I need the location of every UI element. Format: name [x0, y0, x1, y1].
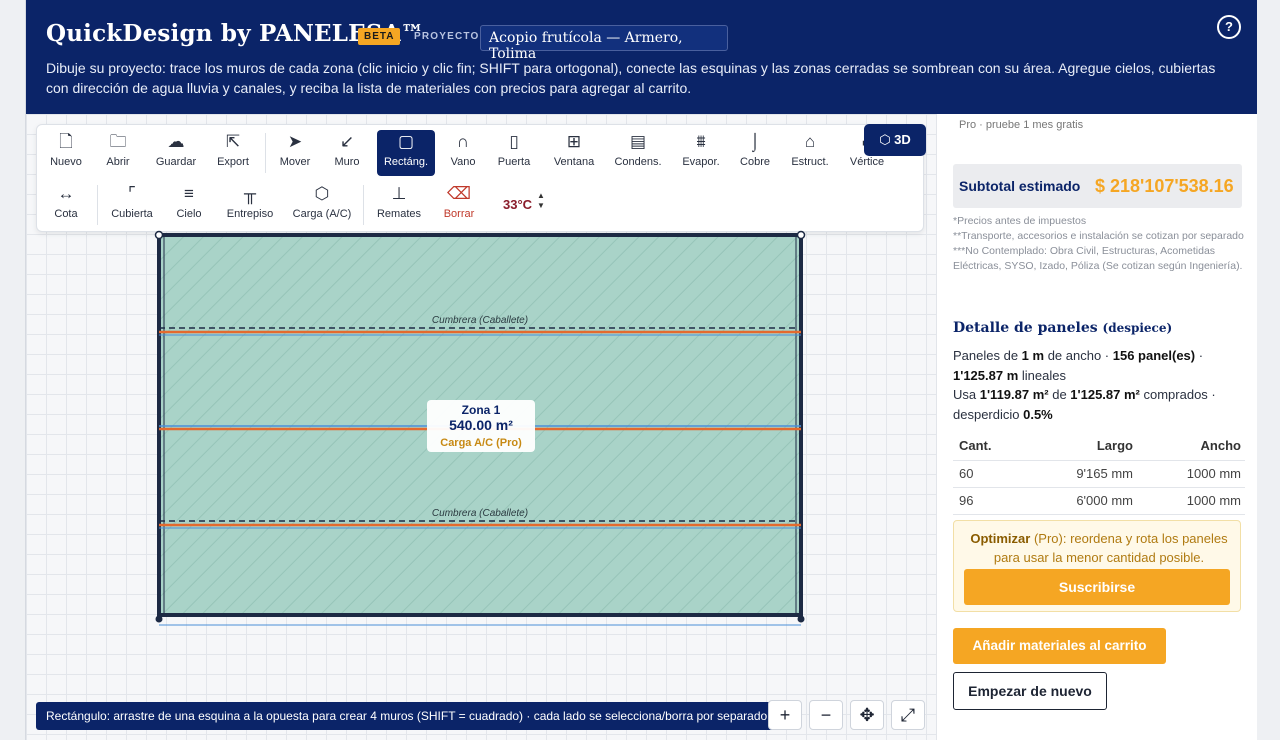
entrepiso-button[interactable]: ╥ Entrepiso: [223, 183, 277, 227]
toolbar-divider: [97, 185, 98, 225]
cota-button[interactable]: ↔ Cota: [47, 183, 85, 227]
chevron-down-icon[interactable]: ▼: [537, 201, 545, 211]
evaporator-icon: ⩩: [696, 132, 706, 151]
subscribe-button[interactable]: Suscribirse: [964, 569, 1230, 605]
cielo-button[interactable]: ≡ Cielo: [169, 183, 209, 227]
ceiling-icon: ≡: [184, 184, 194, 203]
app-window: QuickDesign by PANELESA™ BETA PROYECTO A…: [25, 0, 1257, 740]
condenser-icon: ▤: [629, 132, 647, 151]
trim-icon: ⊥: [391, 184, 407, 203]
ridge-label-2: Cumbrera (Caballete): [432, 508, 528, 519]
carga-button[interactable]: ⬡ Carga (A/C): [291, 183, 353, 227]
condens-button[interactable]: ▤ Condens.: [611, 131, 665, 175]
project-name-input[interactable]: Acopio frutícola — Armero, Tolima: [480, 25, 728, 62]
zone-name: Zona 1: [462, 403, 501, 417]
cubierta-button[interactable]: ⌜ Cubierta: [107, 183, 157, 227]
remates-button[interactable]: ⊥ Remates: [373, 183, 425, 227]
diagonal-line-icon: ↙: [339, 132, 355, 151]
guardar-button[interactable]: ☁ Guardar: [153, 131, 199, 175]
zoom-in-button[interactable]: +: [768, 700, 802, 730]
nuevo-button[interactable]: 🗋 Nuevo: [47, 131, 85, 175]
square-icon: ▢: [397, 132, 415, 151]
help-button[interactable]: ?: [1217, 15, 1241, 39]
corner-handle[interactable]: [797, 615, 805, 623]
eraser-icon: ⌫: [446, 184, 472, 203]
vano-button[interactable]: ∩ Vano: [443, 131, 483, 175]
toolbar-divider: [265, 133, 266, 173]
price-notes: *Precios antes de impuestos **Transporte…: [953, 215, 1244, 272]
start-over-button[interactable]: Empezar de nuevo: [953, 672, 1107, 710]
corner-handle[interactable]: [155, 615, 163, 623]
toolbar-divider: [363, 185, 364, 225]
pan-button[interactable]: ✥: [850, 700, 884, 730]
chevron-up-icon[interactable]: ▲: [537, 191, 545, 201]
pro-trial-note: Pro · pruebe 1 mes gratis: [959, 119, 1084, 131]
export-button[interactable]: ⇱ Export: [213, 131, 253, 175]
structure-icon: ⌂: [804, 132, 816, 151]
mezzanine-icon: ╥: [243, 184, 257, 203]
mover-button[interactable]: ➤ Mover: [275, 131, 315, 175]
cloud-upload-icon: ☁: [167, 132, 185, 151]
temperature-stepper[interactable]: ▲ ▼: [537, 191, 545, 211]
col-header-ancho: Ancho: [1136, 432, 1245, 461]
temperature-value: 33°C: [503, 197, 533, 212]
project-label: PROYECTO: [414, 31, 480, 42]
abrir-button[interactable]: 🗀 Abrir: [99, 131, 137, 175]
dimension-icon: ↔: [57, 184, 75, 203]
intro-text: Dibuje su proyecto: trace los muros de c…: [46, 60, 1216, 96]
view-3d-button[interactable]: ⬡ 3D: [864, 124, 926, 156]
corner-handle[interactable]: [796, 230, 806, 240]
floor-plan[interactable]: Cumbrera (Caballete) Cumbrera (Caballete…: [151, 229, 811, 629]
file-icon: 🗋: [59, 132, 73, 151]
corner-handle[interactable]: [154, 230, 164, 240]
muro-button[interactable]: ↙ Muro: [327, 131, 367, 175]
drawing-canvas[interactable]: 🗋 Nuevo 🗀 Abrir ☁ Guardar ⇱ Export ➤ Mover ↙ M…: [26, 114, 936, 740]
cube-icon: ⬡: [314, 184, 330, 203]
puerta-button[interactable]: ▯ Puerta: [493, 131, 535, 175]
panel-detail-title: Detalle de paneles (despiece): [953, 320, 1173, 336]
optimize-text: Optimizar (Pro): reordena y rota los pan…: [970, 531, 1228, 565]
table-row: 96 6'000 mm 1000 mm: [953, 487, 1245, 515]
table-row: 60 9'165 mm 1000 mm: [953, 460, 1245, 488]
ventana-button[interactable]: ⊞ Ventana: [549, 131, 599, 175]
door-icon: ▯: [509, 132, 519, 151]
pipe-icon: ⌡: [749, 132, 761, 151]
subtotal-label: Subtotal estimado: [959, 178, 1081, 194]
evapor-button[interactable]: ⩩ Evapor.: [675, 131, 727, 175]
add-to-cart-button[interactable]: Añadir materiales al carrito: [953, 628, 1166, 664]
sidebar: Pro · pruebe 1 mes gratis Subtotal estim…: [936, 114, 1257, 740]
ridge-label-1: Cumbrera (Caballete): [432, 315, 528, 326]
borrar-button[interactable]: ⌫ Borrar: [437, 183, 481, 227]
estruct-button[interactable]: ⌂ Estruct.: [785, 131, 835, 175]
roof-icon: ⌜: [128, 184, 136, 203]
folder-icon: 🗀: [109, 132, 127, 151]
zone-load: Carga A/C (Pro): [440, 437, 522, 449]
optimize-box: Optimizar (Pro): reordena y rota los pan…: [953, 520, 1241, 612]
zoom-out-button[interactable]: −: [809, 700, 843, 730]
cursor-icon: ➤: [287, 132, 303, 151]
zone-area: 540.00 m²: [449, 417, 513, 433]
cube-icon: ⬡: [879, 132, 895, 147]
col-header-cant: Cant.: [953, 432, 1025, 461]
panel-cut-table: Cant. Largo Ancho 60 9'165 mm 1000 mm 96…: [953, 432, 1245, 515]
header: QuickDesign by PANELESA™ BETA PROYECTO A…: [26, 0, 1257, 114]
status-bar: Rectángulo: arrastre de una esquina a la…: [36, 702, 798, 730]
panel-detail-text: Paneles de 1 m de ancho · 156 panel(es) …: [953, 348, 1216, 422]
fit-view-button[interactable]: ⤢: [891, 700, 925, 730]
rectangulo-button[interactable]: ▢ Rectáng.: [377, 130, 435, 176]
subtotal-box: Subtotal estimado $ 218'107'538.16: [953, 164, 1242, 208]
export-icon: ⇱: [225, 132, 241, 151]
beta-badge: BETA: [358, 28, 401, 45]
subtotal-value: $ 218'107'538.16: [1095, 176, 1234, 196]
window-icon: ⊞: [566, 132, 582, 151]
arch-icon: ∩: [456, 132, 470, 151]
col-header-largo: Largo: [1024, 432, 1137, 461]
cobre-button[interactable]: ⌡ Cobre: [735, 131, 775, 175]
toolbar: 🗋 Nuevo 🗀 Abrir ☁ Guardar ⇱ Export ➤ Mover ↙ M…: [36, 124, 924, 232]
